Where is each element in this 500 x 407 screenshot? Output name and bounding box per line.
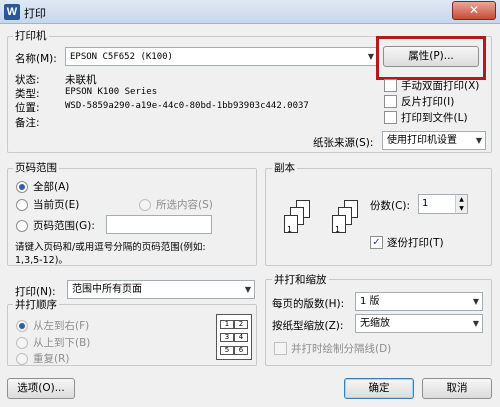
order-preview-cell: 3 bbox=[220, 333, 234, 342]
comment-label: 备注: bbox=[15, 117, 40, 129]
print-what-value: 范围中所有页面 bbox=[72, 284, 142, 295]
manual-duplex-checkbox[interactable] bbox=[384, 79, 397, 92]
title-bar bbox=[0, 0, 500, 24]
location-label: 位置: bbox=[15, 102, 40, 114]
paper-source-select[interactable]: 使用打印机设置 ▼ bbox=[382, 131, 486, 150]
range-all-radio[interactable] bbox=[16, 181, 28, 193]
window-title: 打印 bbox=[24, 7, 46, 20]
order-preview-cell: 1 bbox=[220, 320, 234, 329]
copies-value: 1 bbox=[422, 198, 429, 209]
paper-source-value: 使用打印机设置 bbox=[387, 135, 457, 146]
reverse-print-label: 反片打印(I) bbox=[401, 96, 455, 108]
type-value: EPSON K100 Series bbox=[65, 87, 158, 97]
wps-app-icon: W bbox=[4, 4, 20, 20]
options-button[interactable]: 选项(O)... bbox=[7, 378, 75, 399]
collate-page-icon: 1 bbox=[332, 215, 346, 234]
status-value: 未联机 bbox=[65, 74, 97, 86]
cancel-button[interactable]: 取消 bbox=[422, 378, 492, 399]
collate-label: 逐份打印(T) bbox=[387, 237, 444, 249]
paper-source-label: 纸张来源(S): bbox=[313, 137, 374, 149]
scale-select[interactable]: 无缩放 ▼ bbox=[355, 314, 483, 333]
zoom-group-label: 并打和缩放 bbox=[272, 272, 329, 287]
chevron-down-icon: ▼ bbox=[244, 285, 251, 294]
order-preview-cell: 5 bbox=[220, 346, 234, 355]
page-range-input[interactable] bbox=[106, 215, 212, 234]
reverse-print-checkbox[interactable] bbox=[384, 95, 397, 108]
copies-label: 份数(C): bbox=[370, 200, 411, 212]
order-repeat-label: 重复(R) bbox=[33, 353, 70, 365]
ok-button[interactable]: 确定 bbox=[344, 378, 414, 399]
range-all-label: 全部(A) bbox=[33, 181, 70, 193]
spin-up-icon[interactable]: ▲ bbox=[455, 195, 467, 204]
type-label: 类型: bbox=[15, 88, 40, 100]
scale-label: 按纸型缩放(Z): bbox=[272, 320, 344, 332]
spin-down-icon[interactable]: ▼ bbox=[455, 204, 467, 213]
page-range-hint-line2: 1,3,5-12)。 bbox=[15, 255, 68, 266]
page-range-hint-line1: 请键入页码和/或用逗号分隔的页码范围(例如: bbox=[15, 242, 206, 253]
page-range-group-label: 页码范围 bbox=[13, 160, 59, 175]
pages-per-sheet-value: 1 版 bbox=[360, 296, 380, 307]
range-pages-label: 页码范围(G): bbox=[33, 220, 95, 232]
collate-page-icon: 1 bbox=[284, 215, 298, 234]
order-preview-cell: 6 bbox=[234, 346, 248, 355]
pages-per-sheet-label: 每页的版数(H): bbox=[272, 298, 345, 310]
chevron-down-icon: ▼ bbox=[475, 136, 482, 145]
scale-value: 无缩放 bbox=[360, 318, 390, 329]
range-current-radio[interactable] bbox=[16, 199, 28, 211]
chevron-down-icon: ▼ bbox=[472, 297, 479, 306]
print-to-file-checkbox[interactable] bbox=[384, 111, 397, 124]
draw-borders-checkbox[interactable] bbox=[274, 342, 287, 355]
properties-button[interactable]: 属性(P)... bbox=[383, 46, 479, 67]
collate-checkbox[interactable]: ✓ bbox=[370, 236, 383, 249]
order-left-right-radio[interactable] bbox=[16, 320, 28, 332]
range-current-label: 当前页(E) bbox=[33, 199, 80, 211]
chevron-down-icon: ▼ bbox=[367, 52, 374, 61]
manual-duplex-label: 手动双面打印(X) bbox=[401, 80, 480, 92]
order-repeat-radio[interactable] bbox=[16, 353, 28, 365]
order-top-bottom-radio[interactable] bbox=[16, 337, 28, 349]
location-value: WSD-5859a290-a19e-44c0-80bd-1bb93903c442… bbox=[65, 101, 309, 111]
order-preview-cell: 2 bbox=[234, 320, 248, 329]
range-selection-label: 所选内容(S) bbox=[156, 199, 213, 211]
printer-name-select[interactable]: EPSON C5F652 (K100) ▼ bbox=[65, 47, 378, 66]
order-left-right-label: 从左到右(F) bbox=[33, 320, 90, 332]
printer-group-label: 打印机 bbox=[13, 28, 49, 43]
copies-group-label: 副本 bbox=[272, 160, 297, 175]
chevron-down-icon: ▼ bbox=[472, 319, 479, 328]
draw-borders-label: 并打时绘制分隔线(D) bbox=[291, 343, 392, 355]
print-order-group-label: 并打顺序 bbox=[13, 297, 59, 312]
copies-spinner[interactable]: 1 ▲ ▼ bbox=[418, 194, 468, 214]
range-selection-radio[interactable] bbox=[139, 199, 151, 211]
range-pages-radio[interactable] bbox=[16, 220, 28, 232]
order-top-bottom-label: 从上到下(B) bbox=[33, 337, 91, 349]
pages-per-sheet-select[interactable]: 1 版 ▼ bbox=[355, 292, 483, 311]
print-to-file-label: 打印到文件(L) bbox=[401, 112, 468, 124]
order-preview-cell: 4 bbox=[234, 333, 248, 342]
status-label: 状态: bbox=[15, 74, 40, 86]
printer-name-label: 名称(M): bbox=[15, 53, 57, 65]
print-what-select[interactable]: 范围中所有页面 ▼ bbox=[67, 280, 255, 299]
close-button[interactable]: ✕ bbox=[452, 1, 496, 20]
printer-name-value: EPSON C5F652 (K100) bbox=[70, 52, 173, 62]
